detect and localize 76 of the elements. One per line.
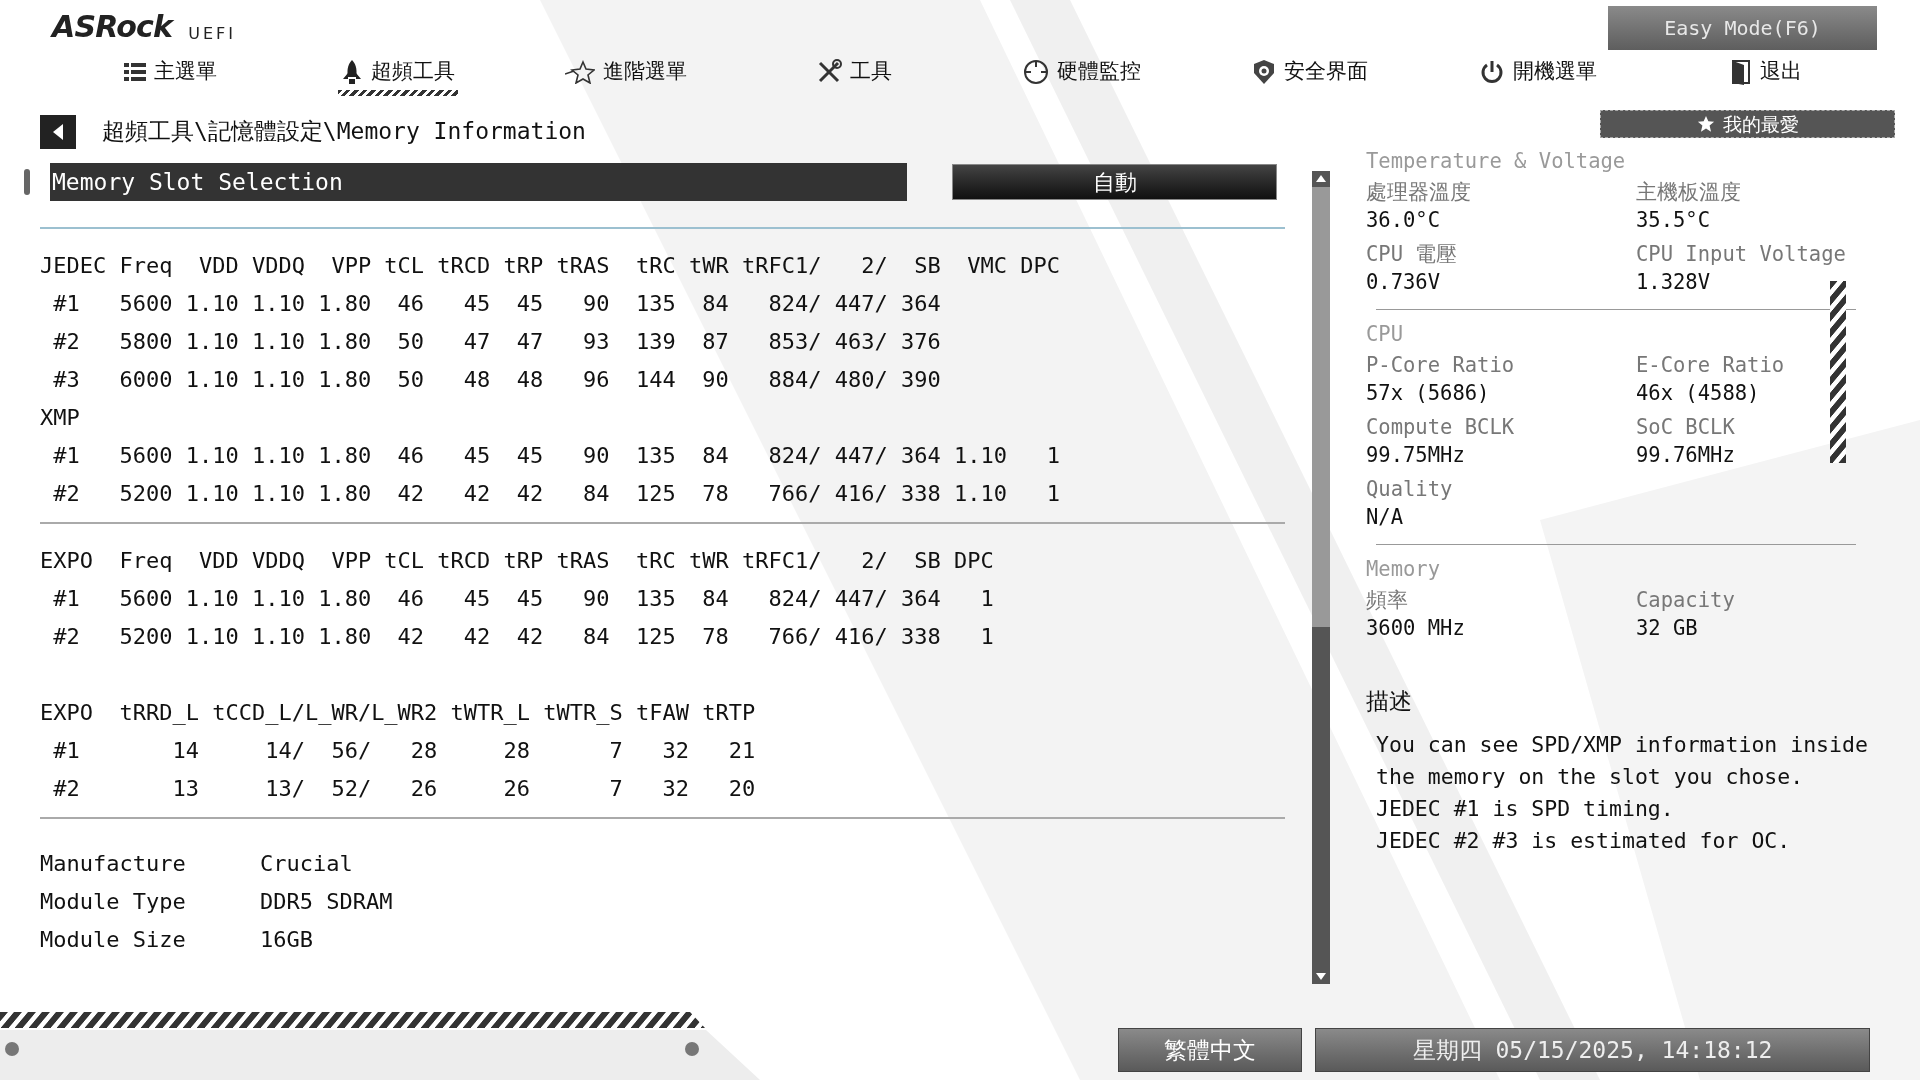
monitor-value: 36.0°C	[1366, 207, 1442, 234]
memory-info-line: #1 5600 1.10 1.10 1.80 46 45 45 90 135 84 824/ 447/ 364 1.10 1	[52, 442, 1061, 470]
monitor-label: E-Core Ratio	[1636, 352, 1786, 379]
language-button[interactable]: 繁體中文	[1118, 1028, 1302, 1072]
auto-dropdown[interactable]: 自動	[952, 164, 1277, 200]
monitor-value: 99.76MHz	[1636, 442, 1736, 469]
memory-info-line: #3 6000 1.10 1.10 1.80 50 48 48 96 144 90 884/ 480/ 390	[52, 366, 942, 394]
memory-info-line: #2 13 13/ 52/ 26 26 7 32 20	[52, 775, 757, 803]
nav-tab[interactable]: 開機選單	[1424, 52, 1652, 100]
monitor-value: 46x (4588)	[1636, 380, 1761, 407]
brand-logo: ASRock	[52, 12, 173, 42]
monitor-value: 0.736V	[1366, 269, 1442, 296]
monitor-value: N/A	[1366, 504, 1405, 531]
monitor-value: 32 GB	[1636, 615, 1699, 642]
scrollbar[interactable]	[1312, 171, 1330, 984]
monitor-label: Compute BCLK	[1366, 414, 1516, 441]
monitor-value: 99.75MHz	[1366, 442, 1466, 469]
back-button[interactable]	[40, 114, 76, 149]
memory-info-line: #1 5600 1.10 1.10 1.80 46 45 45 90 135 84 824/ 447/ 364	[52, 290, 942, 318]
monitor-value: 35.5°C	[1636, 207, 1712, 234]
star-icon	[565, 60, 595, 84]
description-title: 描述	[1366, 687, 1413, 716]
description-text: You can see SPD/XMP information inside the memory on the slot you chose. JEDEC #1 is SPD timing. JEDEC #2 #3 is estimated for OC.	[1376, 730, 1869, 855]
detail-label: Module Size	[40, 926, 187, 954]
section-title: CPU	[1366, 321, 1405, 348]
detail-value: DDR5 SDRAM	[260, 888, 394, 916]
favorites-button[interactable]: 我的最愛	[1600, 110, 1895, 138]
monitor-label: SoC BCLK	[1636, 414, 1736, 441]
monitor-label: Capacity	[1636, 587, 1736, 614]
memory-info-line: #2 5800 1.10 1.10 1.80 50 47 47 93 139 87 853/ 463/ 376	[52, 328, 942, 356]
door-icon	[1730, 59, 1752, 85]
nav-tab[interactable]: 退出	[1652, 52, 1880, 100]
breadcrumb: 超頻工具\記憶體設定\Memory Information	[102, 117, 586, 147]
memory-info-line: EXPO tRRD_L tCCD_L/L_WR/L_WR2 tWTR_L tWTR_S tFAW tRTP	[40, 699, 757, 727]
monitor-label: 頻率	[1366, 587, 1409, 614]
back-arrow-icon	[51, 122, 65, 141]
nav-tab[interactable]: 主選單	[56, 52, 284, 100]
monitor-label: Quality	[1366, 476, 1454, 503]
nav-tab[interactable]: 進階選單	[512, 52, 740, 100]
monitor-value: 1.328V	[1636, 269, 1712, 296]
uefi-label: UEFI	[188, 26, 237, 42]
nav-tab[interactable]: 硬體監控	[968, 52, 1196, 100]
gauge-icon	[1023, 59, 1049, 85]
monitor-value: 57x (5686)	[1366, 380, 1491, 407]
star-icon	[1696, 115, 1715, 133]
memory-info-line: EXPO Freq VDD VDDQ VPP tCL tRCD tRP tRAS tRC tWR tRFC1/ 2/ SB DPC	[40, 547, 995, 575]
memory-slot-selection[interactable]: Memory Slot Selection	[50, 163, 907, 201]
easy-mode-button[interactable]: Easy Mode(F6)	[1608, 6, 1877, 50]
detail-label: Module Type	[40, 888, 187, 916]
monitor-label: CPU Input Voltage	[1636, 241, 1847, 268]
shield-icon	[1252, 59, 1276, 85]
monitor-label: P-Core Ratio	[1366, 352, 1516, 379]
section-title: Memory	[1366, 556, 1442, 583]
nav-tab[interactable]: 安全界面	[1196, 52, 1424, 100]
detail-value: 16GB	[260, 926, 314, 954]
memory-info-line: JEDEC Freq VDD VDDQ VPP tCL tRCD tRP tRAS tRC tWR tRFC1/ 2/ SB VMC DPC	[40, 252, 1061, 280]
tools-icon	[816, 59, 842, 85]
memory-info-line: #1 5600 1.10 1.10 1.80 46 45 45 90 135 84 824/ 447/ 364 1	[52, 585, 995, 613]
nav-tab[interactable]: 超頻工具	[284, 52, 512, 100]
monitor-label: CPU 電壓	[1366, 241, 1459, 268]
selection-marker	[24, 169, 30, 195]
monitor-label: 處理器溫度	[1366, 179, 1472, 206]
detail-label: Manufacture	[40, 850, 187, 878]
memory-info-line: XMP	[40, 404, 81, 432]
list-icon	[123, 62, 146, 82]
power-icon	[1479, 59, 1505, 85]
detail-value: Crucial	[260, 850, 354, 878]
date-time-display: 星期四 05/15/2025, 14:18:12	[1315, 1028, 1870, 1072]
rocket-icon	[341, 59, 363, 85]
memory-info-line: #2 5200 1.10 1.10 1.80 42 42 42 84 125 78 766/ 416/ 338 1	[52, 623, 995, 651]
section-title: Temperature & Voltage	[1366, 148, 1627, 175]
monitor-value: 3600 MHz	[1366, 615, 1466, 642]
memory-info-line: #1 14 14/ 56/ 28 28 7 32 21	[52, 737, 757, 765]
memory-info-line: #2 5200 1.10 1.10 1.80 42 42 42 84 125 78 766/ 416/ 338 1.10 1	[52, 480, 1061, 508]
nav-tab[interactable]: 工具	[740, 52, 968, 100]
monitor-label: 主機板溫度	[1636, 179, 1742, 206]
